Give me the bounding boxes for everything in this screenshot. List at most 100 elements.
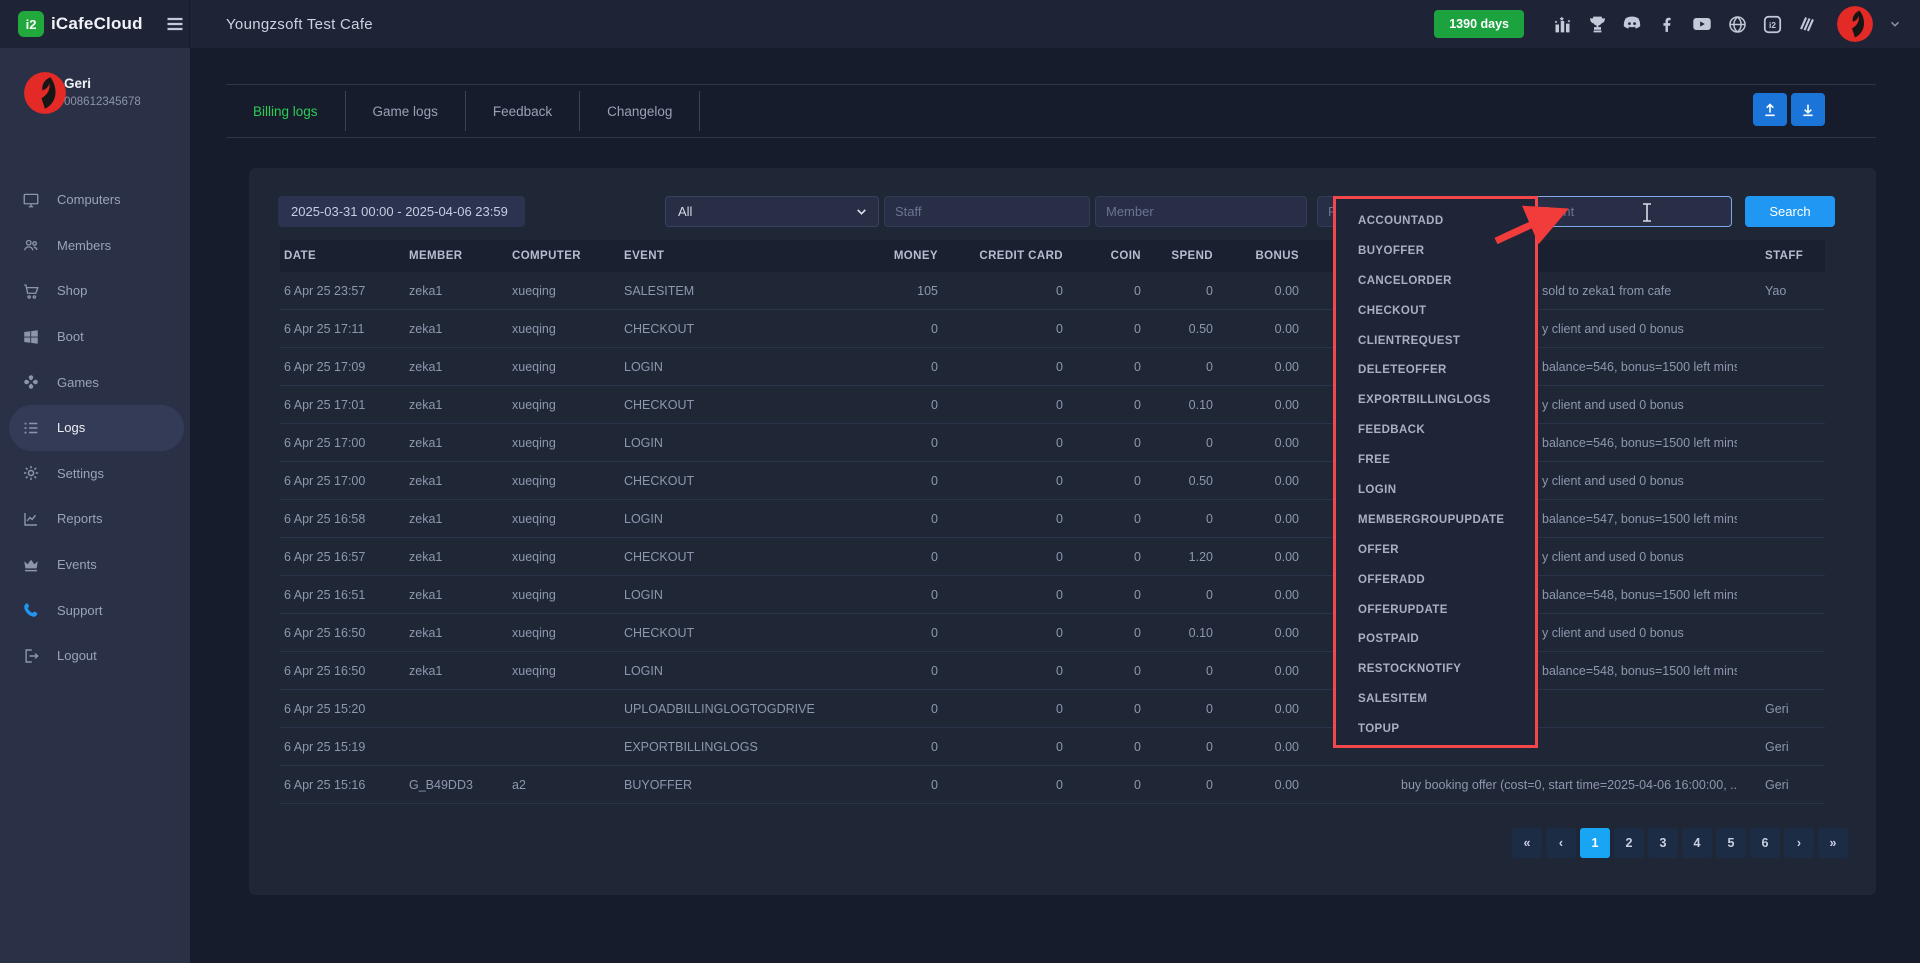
cell-money: 0 xyxy=(865,512,940,526)
cell-detail: buy booking offer (cost=0, start time=20… xyxy=(1301,778,1737,792)
dropdown-option-checkout[interactable]: CHECKOUT xyxy=(1336,296,1535,326)
cell-spend: 0 xyxy=(1143,664,1215,678)
cell-date: 6 Apr 25 17:11 xyxy=(280,322,405,336)
pagination-first[interactable]: « xyxy=(1512,828,1542,858)
cell-coin: 0 xyxy=(1065,474,1143,488)
pagination-page-5[interactable]: 5 xyxy=(1716,828,1746,858)
youngzsoft-logo-icon[interactable] xyxy=(1796,13,1818,35)
staff-input[interactable] xyxy=(884,196,1090,227)
subscription-days-badge[interactable]: 1390 days xyxy=(1434,10,1524,38)
dropdown-option-login[interactable]: LOGIN xyxy=(1336,475,1535,505)
pagination-page-1[interactable]: 1 xyxy=(1580,828,1610,858)
date-range-picker[interactable]: 2025-03-31 00:00 - 2025-04-06 23:59 xyxy=(278,196,525,227)
tab-feedback[interactable]: Feedback xyxy=(466,104,579,119)
logs-tab-bar: Billing logsGame logsFeedbackChangelog xyxy=(226,84,1876,138)
cell-event: LOGIN xyxy=(620,360,865,374)
sidebar-profile: Geri 008612345678 xyxy=(0,70,190,140)
tab-billing-logs[interactable]: Billing logs xyxy=(226,104,345,119)
sidebar-item-logout[interactable]: Logout xyxy=(0,633,190,679)
cell-credit_card: 0 xyxy=(940,322,1065,336)
sidebar-item-reports[interactable]: Reports xyxy=(0,496,190,542)
cell-member: zeka1 xyxy=(405,512,508,526)
dropdown-option-postpaid[interactable]: POSTPAID xyxy=(1336,624,1535,654)
hamburger-menu-icon[interactable] xyxy=(165,14,185,34)
cell-date: 6 Apr 25 17:09 xyxy=(280,360,405,374)
dropdown-option-buyoffer[interactable]: BUYOFFER xyxy=(1336,236,1535,266)
dropdown-option-exportbillinglogs[interactable]: EXPORTBILLINGLOGS xyxy=(1336,385,1535,415)
pagination-prev[interactable]: ‹ xyxy=(1546,828,1576,858)
table-row: 6 Apr 25 15:20UPLOADBILLINGLOGTOGDRIVE00… xyxy=(280,690,1825,728)
dropdown-option-membergroupupdate[interactable]: MEMBERGROUPUPDATE xyxy=(1336,505,1535,535)
cell-staff: Geri xyxy=(1737,702,1825,716)
dropdown-option-salesitem[interactable]: SALESITEM xyxy=(1336,684,1535,714)
cell-staff: Geri xyxy=(1737,740,1825,754)
dropdown-option-offer[interactable]: OFFER xyxy=(1336,535,1535,565)
dropdown-option-free[interactable]: FREE xyxy=(1336,445,1535,475)
column-header-coin: COIN xyxy=(1065,250,1143,262)
dropdown-option-deleteoffer[interactable]: DELETEOFFER xyxy=(1336,355,1535,385)
discord-icon[interactable] xyxy=(1621,13,1643,35)
dropdown-option-topup[interactable]: TOPUP xyxy=(1336,714,1535,744)
cell-spend: 1.20 xyxy=(1143,550,1215,564)
chevron-down-icon[interactable] xyxy=(1888,17,1902,31)
member-input[interactable] xyxy=(1095,196,1307,227)
sidebar-item-logs[interactable]: Logs xyxy=(9,405,184,451)
cell-spend: 0.10 xyxy=(1143,398,1215,412)
cell-member: zeka1 xyxy=(405,474,508,488)
profile-phone: 008612345678 xyxy=(64,96,141,108)
tab-changelog[interactable]: Changelog xyxy=(580,104,699,119)
table-row: 6 Apr 25 17:00zeka1xueqingCHECKOUT0000.5… xyxy=(280,462,1825,500)
upload-button[interactable] xyxy=(1753,93,1787,126)
event-input[interactable] xyxy=(1530,196,1732,227)
pagination-page-4[interactable]: 4 xyxy=(1682,828,1712,858)
sidebar-item-shop[interactable]: Shop xyxy=(0,268,190,314)
table-row: 6 Apr 25 16:57zeka1xueqingCHECKOUT0001.2… xyxy=(280,538,1825,576)
sidebar-item-computers[interactable]: Computers xyxy=(0,177,190,223)
globe-icon[interactable] xyxy=(1726,13,1748,35)
cell-member: zeka1 xyxy=(405,550,508,564)
dropdown-option-cancelorder[interactable]: CANCELORDER xyxy=(1336,266,1535,296)
dropdown-option-clientrequest[interactable]: CLIENTREQUEST xyxy=(1336,326,1535,356)
sidebar-item-label: Reports xyxy=(57,511,103,526)
profile-avatar[interactable] xyxy=(24,72,66,114)
trophy-icon[interactable] xyxy=(1586,13,1608,35)
youtube-icon[interactable] xyxy=(1691,13,1713,35)
search-button[interactable]: Search xyxy=(1745,196,1835,227)
table-row: 6 Apr 25 17:11zeka1xueqingCHECKOUT0000.5… xyxy=(280,310,1825,348)
sidebar-item-label: Games xyxy=(57,375,99,390)
user-avatar[interactable] xyxy=(1837,6,1873,42)
type-select[interactable]: All xyxy=(665,196,879,227)
icafe-logo-icon[interactable]: i2 xyxy=(1761,13,1783,35)
dropdown-option-feedback[interactable]: FEEDBACK xyxy=(1336,415,1535,445)
cell-event: LOGIN xyxy=(620,512,865,526)
sidebar-item-support[interactable]: Support xyxy=(0,587,190,633)
table-row: 6 Apr 25 15:16G_B49DD3a2BUYOFFER00000.00… xyxy=(280,766,1825,804)
cell-coin: 0 xyxy=(1065,778,1143,792)
sidebar-item-events[interactable]: Events xyxy=(0,542,190,588)
sidebar-item-games[interactable]: Games xyxy=(0,359,190,405)
sidebar-item-boot[interactable]: Boot xyxy=(0,314,190,360)
cell-credit_card: 0 xyxy=(940,778,1065,792)
sidebar-item-settings[interactable]: Settings xyxy=(0,451,190,497)
cell-spend: 0 xyxy=(1143,702,1215,716)
dropdown-option-offeradd[interactable]: OFFERADD xyxy=(1336,565,1535,595)
cell-event: EXPORTBILLINGLOGS xyxy=(620,740,865,754)
cell-computer: xueqing xyxy=(508,322,620,336)
tab-game-logs[interactable]: Game logs xyxy=(346,104,465,119)
pagination-page-2[interactable]: 2 xyxy=(1614,828,1644,858)
cell-money: 0 xyxy=(865,740,940,754)
table-body: 6 Apr 25 23:57zeka1xueqingSALESITEM10500… xyxy=(280,272,1825,804)
pagination-next[interactable]: › xyxy=(1784,828,1814,858)
dropdown-option-restocknotify[interactable]: RESTOCKNOTIFY xyxy=(1336,654,1535,684)
cell-bonus: 0.00 xyxy=(1215,360,1301,374)
sidebar-item-members[interactable]: Members xyxy=(0,223,190,269)
cell-money: 105 xyxy=(865,284,940,298)
dropdown-option-offerupdate[interactable]: OFFERUPDATE xyxy=(1336,595,1535,625)
facebook-icon[interactable] xyxy=(1656,13,1678,35)
download-button[interactable] xyxy=(1791,93,1825,126)
pagination-last[interactable]: » xyxy=(1818,828,1848,858)
dropdown-option-accountadd[interactable]: ACCOUNTADD xyxy=(1336,206,1535,236)
pagination-page-6[interactable]: 6 xyxy=(1750,828,1780,858)
pagination-page-3[interactable]: 3 xyxy=(1648,828,1678,858)
ranking-icon[interactable] xyxy=(1551,13,1573,35)
